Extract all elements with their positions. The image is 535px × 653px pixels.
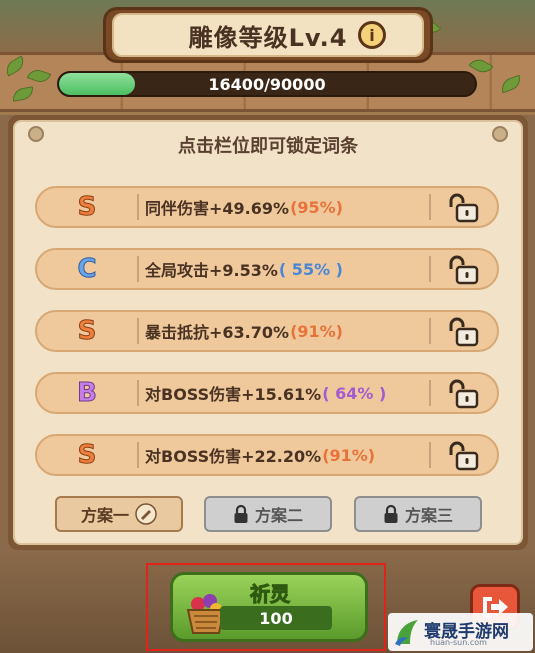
- unlocked-padlock-icon[interactable]: [445, 441, 481, 471]
- affix-quality-percent: (95%): [290, 197, 343, 217]
- affix-quality-percent: (91%): [322, 445, 376, 465]
- plan-label: 方案三: [404, 506, 453, 525]
- affix-quality-percent: (91%): [290, 321, 343, 341]
- edit-pencil-icon: [135, 503, 157, 525]
- affix-row[interactable]: S 同伴伤害+49.69% (95%): [35, 186, 499, 228]
- pray-cost: 100: [220, 606, 332, 630]
- plan-tab-1[interactable]: 方案一: [55, 496, 183, 532]
- padlock-icon: [234, 504, 248, 523]
- plan-tab-2[interactable]: 方案二: [204, 496, 332, 532]
- affix-grade: B: [77, 378, 98, 409]
- divider: [137, 380, 139, 406]
- affix-grade: S: [77, 440, 97, 471]
- padlock-icon: [384, 504, 398, 523]
- unlocked-padlock-icon[interactable]: [445, 379, 481, 409]
- affix-row[interactable]: C 全局攻击+9.53%( 55% ): [35, 248, 499, 290]
- affix-stat: 暴击抵抗+63.70%: [145, 323, 290, 342]
- affix-stat: 同伴伤害+49.69%: [145, 199, 290, 218]
- affix-grade: C: [77, 254, 97, 285]
- divider: [429, 256, 431, 282]
- affix-text: 对BOSS伤害+15.61%( 64% ): [145, 374, 425, 412]
- affix-stat: 全局攻击+9.53%: [145, 261, 278, 280]
- watermark-logo-icon: [395, 620, 418, 646]
- lock-hint-text: 点击栏位即可锁定词条: [178, 136, 358, 157]
- unlocked-padlock-icon[interactable]: [445, 317, 481, 347]
- plan-tab-3[interactable]: 方案三: [354, 496, 482, 532]
- affix-text: 同伴伤害+49.69% (95%): [145, 188, 425, 226]
- divider: [429, 194, 431, 220]
- affix-quality-percent: ( 64% ): [322, 383, 387, 403]
- unlocked-padlock-icon[interactable]: [445, 193, 481, 223]
- divider: [137, 442, 139, 468]
- watermark-url: huan-sun.com: [430, 638, 487, 647]
- affix-text: 对BOSS伤害+22.20% (91%): [145, 436, 425, 474]
- pray-button-label: 祈灵: [250, 582, 291, 607]
- info-icon[interactable]: i: [358, 21, 386, 49]
- divider: [429, 318, 431, 344]
- divider: [137, 194, 139, 220]
- plan-label: 方案二: [254, 506, 303, 525]
- divider: [429, 442, 431, 468]
- unlocked-padlock-icon[interactable]: [445, 255, 481, 285]
- plan-label: 方案一: [80, 506, 129, 525]
- affix-grade: S: [77, 316, 97, 347]
- affix-text: 暴击抵抗+63.70% (91%): [145, 312, 425, 350]
- page-title: 雕像等级Lv.4: [188, 23, 348, 52]
- affix-stat: 对BOSS伤害+15.61%: [145, 385, 322, 404]
- level-progress-text: 16400/90000: [208, 74, 326, 94]
- affix-grade: S: [77, 192, 97, 223]
- affix-row[interactable]: S 对BOSS伤害+22.20% (91%): [35, 434, 499, 476]
- divider: [137, 256, 139, 282]
- affix-quality-percent: ( 55% ): [278, 259, 343, 279]
- divider: [137, 318, 139, 344]
- affix-stat: 对BOSS伤害+22.20%: [145, 447, 322, 466]
- divider: [429, 380, 431, 406]
- affix-row[interactable]: S 暴击抵抗+63.70% (91%): [35, 310, 499, 352]
- affix-row[interactable]: B 对BOSS伤害+15.61%( 64% ): [35, 372, 499, 414]
- affix-text: 全局攻击+9.53%( 55% ): [145, 250, 425, 288]
